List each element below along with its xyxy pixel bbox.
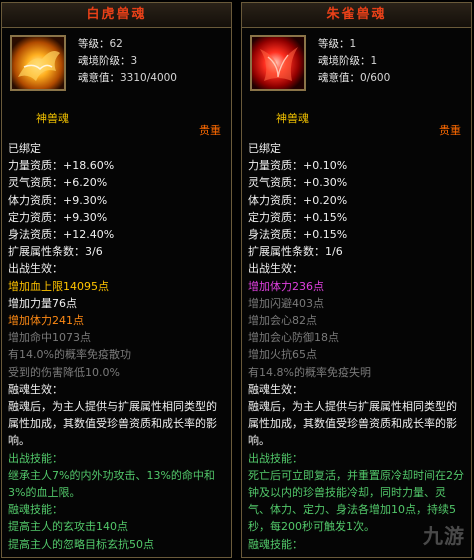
battle-skill-heading: 出战技能：: [248, 451, 303, 465]
stat-row: 体力资质：+9.30%: [8, 193, 108, 207]
will-value: 0/600: [360, 72, 391, 84]
ext-attr-count: 扩展属性条数：3/6: [8, 245, 103, 259]
battle-effect-heading: 出战生效：: [248, 262, 303, 276]
effect-line: 增加力量76点: [8, 296, 77, 310]
stat-row: 灵气资质：+0.30%: [248, 176, 348, 190]
rarity-badge: 贵重: [199, 124, 221, 137]
soul-details: 已绑定 力量资质：+18.60% 灵气资质：+6.20% 体力资质：+9.30%…: [2, 138, 231, 555]
stage-value: 3: [130, 55, 138, 67]
fuse-skill-line: 提高主人的玄攻击140点: [8, 520, 128, 534]
soul-subheader: 神兽魂 贵重: [242, 108, 471, 138]
fuse-effect-text: 融魂后，为主人提供与扩展属性相同类型的属性加成，其数值受珍兽资质和成长率的影响。: [8, 400, 217, 448]
effect-line: 增加命中1073点: [8, 331, 91, 345]
stat-row: 定力资质：+0.15%: [248, 210, 348, 224]
fuse-effect-heading: 融魂生效：: [248, 382, 303, 396]
soul-kind: 神兽魂: [276, 112, 309, 125]
fuse-skill-line: 提高主人的忽略目标玄抗50点: [8, 537, 154, 551]
baihu-soul-icon[interactable]: [10, 35, 66, 91]
battle-effect-heading: 出战生效：: [8, 262, 63, 276]
level-value: 1: [349, 38, 357, 50]
effect-line: 有14.8%的概率免疫失明: [248, 365, 371, 379]
soul-header: 等级：1 魂境阶级：1 魂意值：0/600: [242, 28, 471, 108]
effect-line: 增加会心防御18点: [248, 331, 339, 345]
stat-row: 灵气资质：+6.20%: [8, 176, 108, 190]
fuse-skill-heading: 融魂技能：: [8, 503, 63, 517]
stat-row: 体力资质：+0.20%: [248, 193, 348, 207]
ext-attr-count: 扩展属性条数：1/6: [248, 245, 343, 259]
soul-title: 白虎兽魂: [2, 3, 231, 28]
soul-panel-right: 朱雀兽魂 等级：1 魂境阶级：1 魂意值：0/600 神兽魂 贵重 已绑定 力量…: [241, 2, 472, 558]
bound-status: 已绑定: [248, 142, 281, 155]
battle-skill-heading: 出战技能：: [8, 451, 63, 465]
soul-title: 朱雀兽魂: [242, 3, 471, 28]
stat-row: 力量资质：+18.60%: [8, 159, 115, 173]
soul-kind: 神兽魂: [36, 112, 69, 125]
stat-row: 力量资质：+0.10%: [248, 159, 348, 173]
soul-subheader: 神兽魂 贵重: [2, 108, 231, 138]
stage-value: 1: [370, 55, 378, 67]
effect-line: 有14.0%的概率免疫散功: [8, 348, 131, 362]
level-value: 62: [109, 38, 123, 50]
effect-line: 增加体力236点: [248, 279, 324, 293]
stat-row: 身法资质：+0.15%: [248, 228, 348, 242]
effect-line: 受到的伤害降低10.0%: [8, 365, 120, 379]
soul-panel-left: 白虎兽魂 等级：62 魂境阶级：3 魂意值：3310/4000 神兽魂 贵重 已…: [1, 2, 232, 558]
soul-header: 等级：62 魂境阶级：3 魂意值：3310/4000: [2, 28, 231, 108]
site-watermark: 九游: [423, 524, 465, 548]
stat-row: 身法资质：+12.40%: [8, 228, 115, 242]
effect-line: 增加体力241点: [8, 314, 84, 328]
will-value: 3310/4000: [120, 72, 177, 84]
bound-status: 已绑定: [8, 142, 41, 155]
effect-line: 增加会心82点: [248, 314, 317, 328]
effect-line: 增加血上限14095点: [8, 279, 109, 293]
battle-skill-text: 继承主人7%的内外功攻击、13%的命中和3%的血上限。: [8, 468, 215, 500]
soul-info: 等级：1 魂境阶级：1 魂意值：0/600: [318, 38, 391, 84]
fuse-effect-heading: 融魂生效：: [8, 382, 63, 396]
effect-line: 增加闪避403点: [248, 296, 324, 310]
stat-row: 定力资质：+9.30%: [8, 210, 108, 224]
soul-details: 已绑定 力量资质：+0.10% 灵气资质：+0.30% 体力资质：+0.20% …: [242, 138, 471, 555]
zhuque-soul-icon[interactable]: [250, 35, 306, 91]
effect-line: 增加火抗65点: [248, 348, 317, 362]
fuse-effect-text: 融魂后，为主人提供与扩展属性相同类型的属性加成，其数值受珍兽资质和成长率的影响。: [248, 400, 457, 448]
soul-info: 等级：62 魂境阶级：3 魂意值：3310/4000: [78, 38, 177, 84]
rarity-badge: 贵重: [439, 124, 461, 137]
